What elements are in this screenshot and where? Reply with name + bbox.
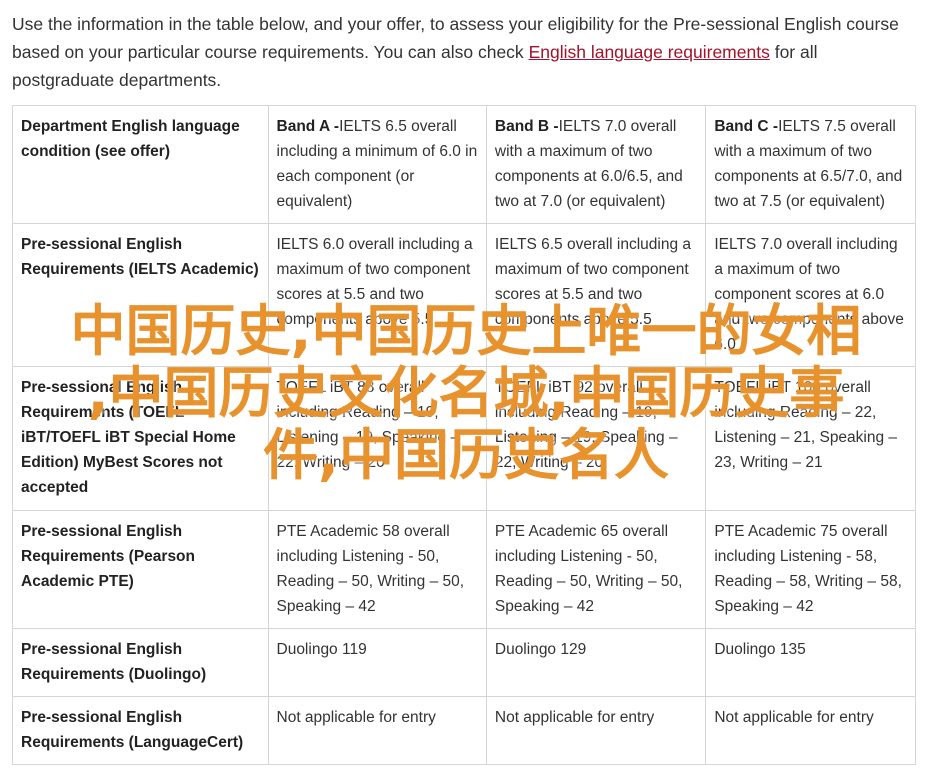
table-row-ielts: Pre-sessional English Requirements (IELT… [12, 223, 916, 367]
table-cell: IELTS 7.0 overall including a maximum of… [705, 223, 916, 367]
table-cell: PTE Academic 58 overall including Listen… [267, 510, 487, 629]
table-cell: Not applicable for entry [267, 696, 487, 765]
row-label-cell: Pre-sessional English Requirements (IELT… [12, 223, 269, 367]
table-cell: TOEFL iBT 100 overall including Reading … [705, 366, 916, 511]
row-label: Pre-sessional English Requirements (IELT… [21, 236, 259, 278]
band-c-cell: Band C -IELTS 7.5 overall with a maximum… [705, 105, 916, 224]
table-cell: TOEFL iBT 92 overall including Reading –… [485, 366, 707, 511]
requirements-table: Department English language condition (s… [12, 105, 916, 765]
row-label-cell: Pre-sessional English Requirements (Pear… [12, 510, 269, 629]
table-cell: IELTS 6.0 overall including a maximum of… [267, 223, 487, 367]
english-language-requirements-link[interactable]: English language requirements [529, 42, 770, 62]
band-b-name: Band B - [494, 118, 559, 135]
row-label: Pre-sessional English Requirements (Duol… [21, 641, 207, 683]
intro-paragraph: Use the information in the table below, … [12, 10, 917, 94]
header-label-cell: Department English language condition (s… [12, 105, 269, 224]
band-c-name: Band C - [714, 118, 779, 135]
header-label: Department English language condition (s… [21, 118, 240, 160]
row-label-cell: Pre-sessional English Requirements (TOEF… [12, 366, 269, 511]
table-row-toefl: Pre-sessional English Requirements (TOEF… [12, 366, 916, 511]
table-cell: Duolingo 119 [267, 628, 487, 697]
table-header-row: Department English language condition (s… [12, 105, 916, 224]
table-cell: IELTS 6.5 overall including a maximum of… [485, 223, 707, 367]
table-cell: Duolingo 135 [705, 628, 916, 697]
table-cell: Not applicable for entry [485, 696, 707, 765]
table-row-duolingo: Pre-sessional English Requirements (Duol… [12, 628, 916, 697]
band-a-name: Band A - [276, 118, 340, 135]
row-label: Pre-sessional English Requirements (Lang… [21, 709, 244, 751]
table-cell: Not applicable for entry [705, 696, 916, 765]
table-cell: PTE Academic 75 overall including Listen… [705, 510, 916, 629]
table-row-pte: Pre-sessional English Requirements (Pear… [12, 510, 916, 629]
table-cell: TOEFL iBT 88 overall including Reading –… [267, 366, 487, 511]
row-label-cell: Pre-sessional English Requirements (Duol… [12, 628, 269, 697]
band-b-cell: Band B -IELTS 7.0 overall with a maximum… [485, 105, 707, 224]
row-label: Pre-sessional English Requirements (Pear… [21, 523, 195, 590]
band-a-cell: Band A -IELTS 6.5 overall including a mi… [267, 105, 487, 224]
row-label-cell: Pre-sessional English Requirements (Lang… [12, 696, 269, 765]
row-label: Pre-sessional English Requirements (TOEF… [21, 379, 236, 496]
table-cell: PTE Academic 65 overall including Listen… [485, 510, 707, 629]
table-row-languagecert: Pre-sessional English Requirements (Lang… [12, 696, 916, 765]
table-cell: Duolingo 129 [485, 628, 707, 697]
